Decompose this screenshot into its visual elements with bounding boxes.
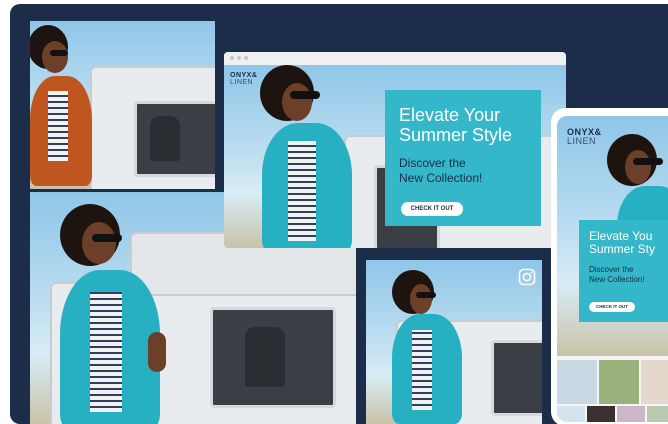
phone-brand-logo: ONYX& LINEN [567, 128, 602, 146]
check-it-out-button[interactable]: CHECK IT OUT [401, 202, 463, 216]
browser-toolbar [224, 52, 566, 66]
phone-feed-thumbnail[interactable] [599, 360, 639, 404]
phone-promo-subheadline: Discover the New Collection! [589, 265, 645, 284]
promo-headline: Elevate Your Summer Style [399, 105, 513, 145]
phone-mockup: ONYX& LINEN Elevate You Summer Sty Disco… [551, 108, 668, 424]
phone-promo-headline: Elevate You Summer Sty [589, 229, 656, 257]
phone-promo-panel: Elevate You Summer Sty Discover the New … [579, 220, 668, 322]
promo-panel: Elevate Your Summer Style Discover the N… [385, 90, 541, 226]
promo-subheadline: Discover the New Collection! [399, 156, 483, 185]
window-dot [244, 56, 248, 60]
brand-logo: ONYX& LINEN [230, 72, 257, 86]
photo-top-left [30, 21, 215, 189]
window-dot [237, 56, 241, 60]
brand-name: ONYX& [230, 72, 258, 79]
phone-brand-subname: LINEN [567, 136, 597, 146]
phone-feed-thumbnail[interactable] [617, 406, 645, 422]
brand-subname: LINEN [230, 79, 254, 86]
instagram-icon [518, 268, 536, 286]
phone-feed-thumbnail[interactable] [587, 406, 615, 422]
phone-feed-thumbnail[interactable] [557, 406, 585, 422]
phone-feed-thumbnail[interactable] [647, 406, 668, 422]
window-dot [230, 56, 234, 60]
phone-check-it-out-button[interactable]: CHECK IT OUT [589, 302, 635, 312]
phone-feed-thumbnail[interactable] [641, 360, 668, 404]
desktop-browser-mockup: ONYX& LINEN Elevate Your Summer Style Di… [224, 52, 566, 248]
instagram-post-mockup [356, 248, 552, 424]
showcase-canvas: ONYX& LINEN Elevate Your Summer Style Di… [10, 4, 668, 424]
phone-feed-thumbnail[interactable] [557, 360, 597, 404]
